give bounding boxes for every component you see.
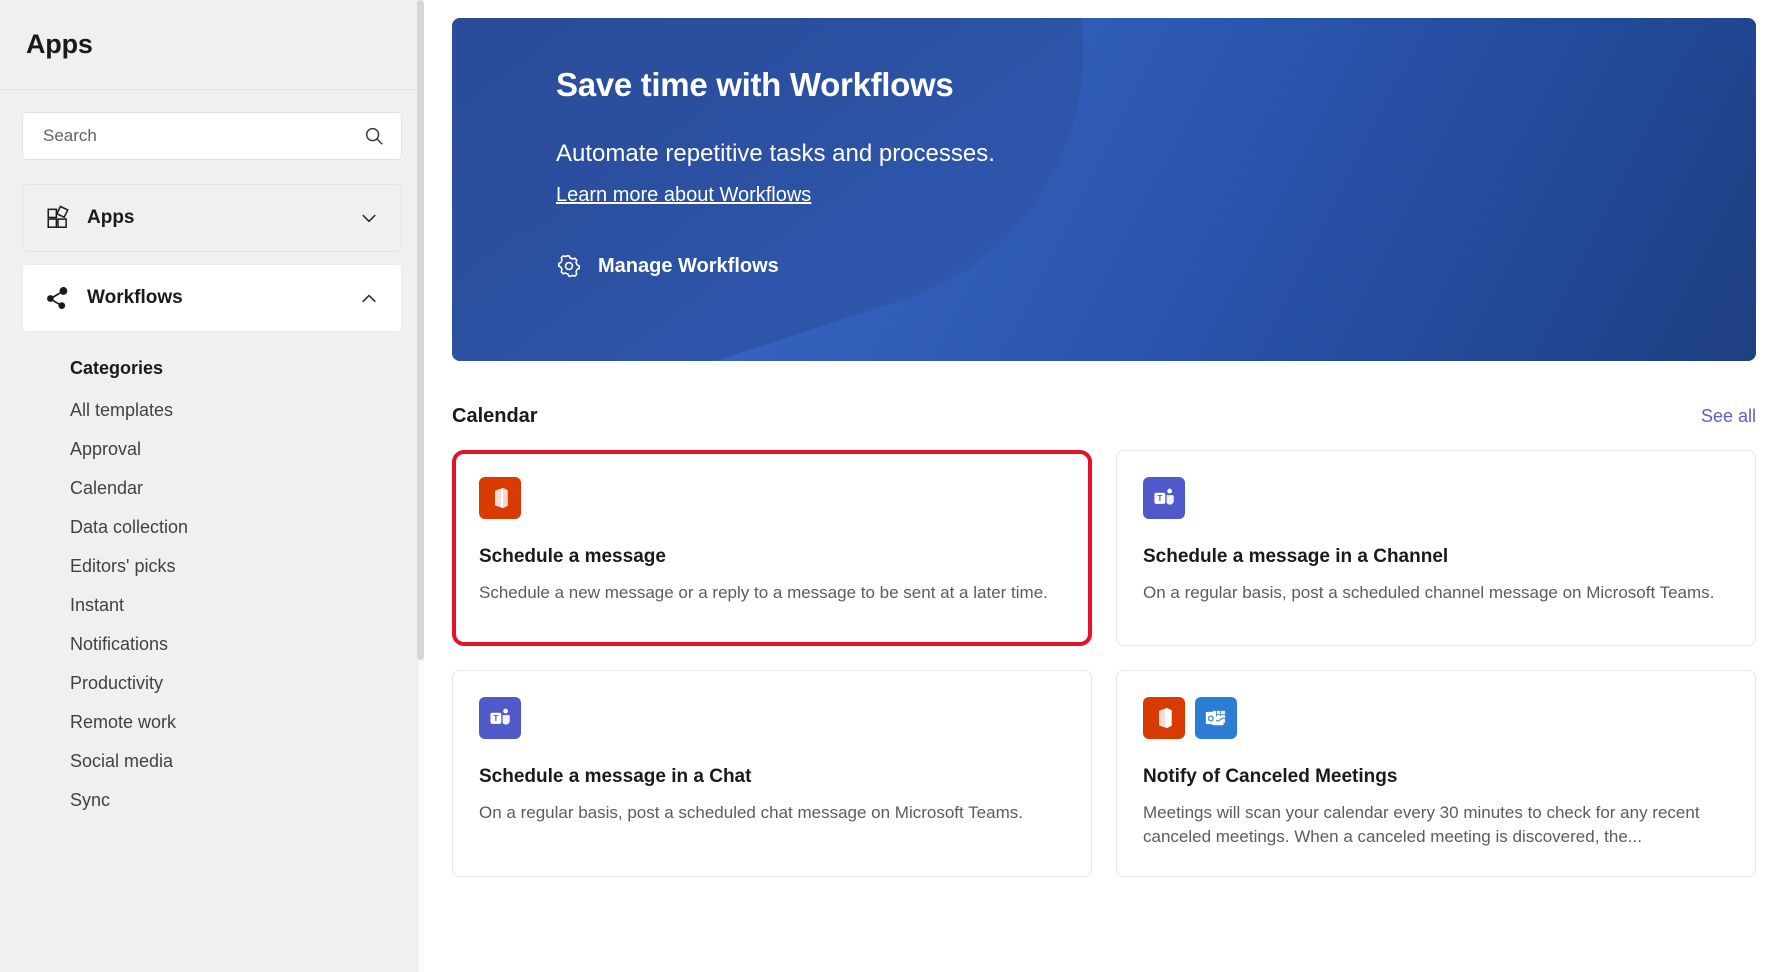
teams-icon: T — [479, 697, 521, 739]
category-list: All templates Approval Calendar Data col… — [22, 391, 402, 820]
sidebar-accordion-workflows[interactable]: Workflows — [22, 264, 402, 332]
card-title: Schedule a message in a Chat — [479, 765, 1065, 789]
sidebar-header: Apps — [0, 0, 424, 90]
card-icons: T — [1143, 477, 1729, 519]
card-description: On a regular basis, post a scheduled cha… — [1143, 581, 1729, 606]
sidebar-item-sync[interactable]: Sync — [22, 781, 402, 820]
sidebar-item-calendar[interactable]: Calendar — [22, 469, 402, 508]
sidebar-item-approval[interactable]: Approval — [22, 430, 402, 469]
template-card-grid: Schedule a message Schedule a new messag… — [452, 450, 1756, 877]
template-card-schedule-a-message-in-a-chat[interactable]: T Schedule a message in a Chat On a regu… — [452, 670, 1092, 877]
card-icons: T — [479, 697, 1065, 739]
section-header-calendar: Calendar See all — [452, 405, 1756, 428]
sidebar-accordion-workflows-label: Workflows — [87, 287, 359, 309]
workflows-promo-banner: Save time with Workflows Automate repeti… — [452, 18, 1756, 361]
sidebar: Apps — [0, 0, 424, 972]
chevron-up-icon[interactable] — [359, 288, 379, 308]
svg-text:T: T — [1157, 494, 1162, 503]
card-title: Schedule a message in a Channel — [1143, 545, 1729, 569]
search-box[interactable] — [22, 112, 402, 160]
sidebar-body: Apps — [0, 90, 424, 972]
learn-more-link[interactable]: Learn more about Workflows — [556, 184, 811, 207]
sidebar-item-instant[interactable]: Instant — [22, 586, 402, 625]
sidebar-item-social-media[interactable]: Social media — [22, 742, 402, 781]
card-icons — [479, 477, 1065, 519]
sidebar-item-editors-picks[interactable]: Editors' picks — [22, 547, 402, 586]
office-icon — [479, 477, 521, 519]
card-description: Meetings will scan your calendar every 3… — [1143, 801, 1729, 850]
template-card-schedule-a-message[interactable]: Schedule a message Schedule a new messag… — [452, 450, 1092, 646]
main-content: Save time with Workflows Automate repeti… — [424, 0, 1784, 972]
sidebar-accordion-apps[interactable]: Apps — [22, 184, 402, 252]
apps-grid-icon — [45, 205, 71, 231]
card-title: Schedule a message — [479, 545, 1065, 569]
svg-text:O: O — [1208, 714, 1214, 723]
banner-subtitle: Automate repetitive tasks and processes. — [556, 140, 1756, 168]
sidebar-item-productivity[interactable]: Productivity — [22, 664, 402, 703]
see-all-link[interactable]: See all — [1701, 406, 1756, 427]
sidebar-scrollbar[interactable] — [417, 0, 424, 972]
sidebar-scrollbar-thumb[interactable] — [417, 0, 424, 660]
apps-workflows-page: Apps — [0, 0, 1784, 972]
template-card-notify-of-canceled-meetings[interactable]: O Notify of Canceled Meetings Meetings w… — [1116, 670, 1756, 877]
gear-icon — [556, 253, 582, 279]
search-icon[interactable] — [363, 125, 385, 147]
sidebar-item-data-collection[interactable]: Data collection — [22, 508, 402, 547]
sidebar-item-all-templates[interactable]: All templates — [22, 391, 402, 430]
sidebar-item-remote-work[interactable]: Remote work — [22, 703, 402, 742]
manage-workflows-label: Manage Workflows — [598, 255, 779, 278]
banner-title: Save time with Workflows — [556, 66, 1756, 104]
banner-content: Save time with Workflows Automate repeti… — [556, 66, 1756, 279]
card-description: On a regular basis, post a scheduled cha… — [479, 801, 1065, 826]
page-title: Apps — [26, 29, 93, 60]
manage-workflows-button[interactable]: Manage Workflows — [556, 253, 779, 279]
sidebar-item-notifications[interactable]: Notifications — [22, 625, 402, 664]
search-input[interactable] — [41, 125, 363, 147]
sidebar-accordion-apps-label: Apps — [87, 207, 359, 229]
card-description: Schedule a new message or a reply to a m… — [479, 581, 1065, 606]
teams-icon: T — [1143, 477, 1185, 519]
outlook-icon: O — [1195, 697, 1237, 739]
svg-text:T: T — [493, 714, 498, 723]
card-title: Notify of Canceled Meetings — [1143, 765, 1729, 789]
card-icons: O — [1143, 697, 1729, 739]
workflows-nodes-icon — [45, 285, 71, 311]
categories-heading: Categories — [70, 358, 402, 379]
template-card-schedule-a-message-in-a-channel[interactable]: T Schedule a message in a Channel On a r… — [1116, 450, 1756, 646]
office-icon — [1143, 697, 1185, 739]
section-title: Calendar — [452, 405, 538, 428]
chevron-down-icon[interactable] — [359, 208, 379, 228]
